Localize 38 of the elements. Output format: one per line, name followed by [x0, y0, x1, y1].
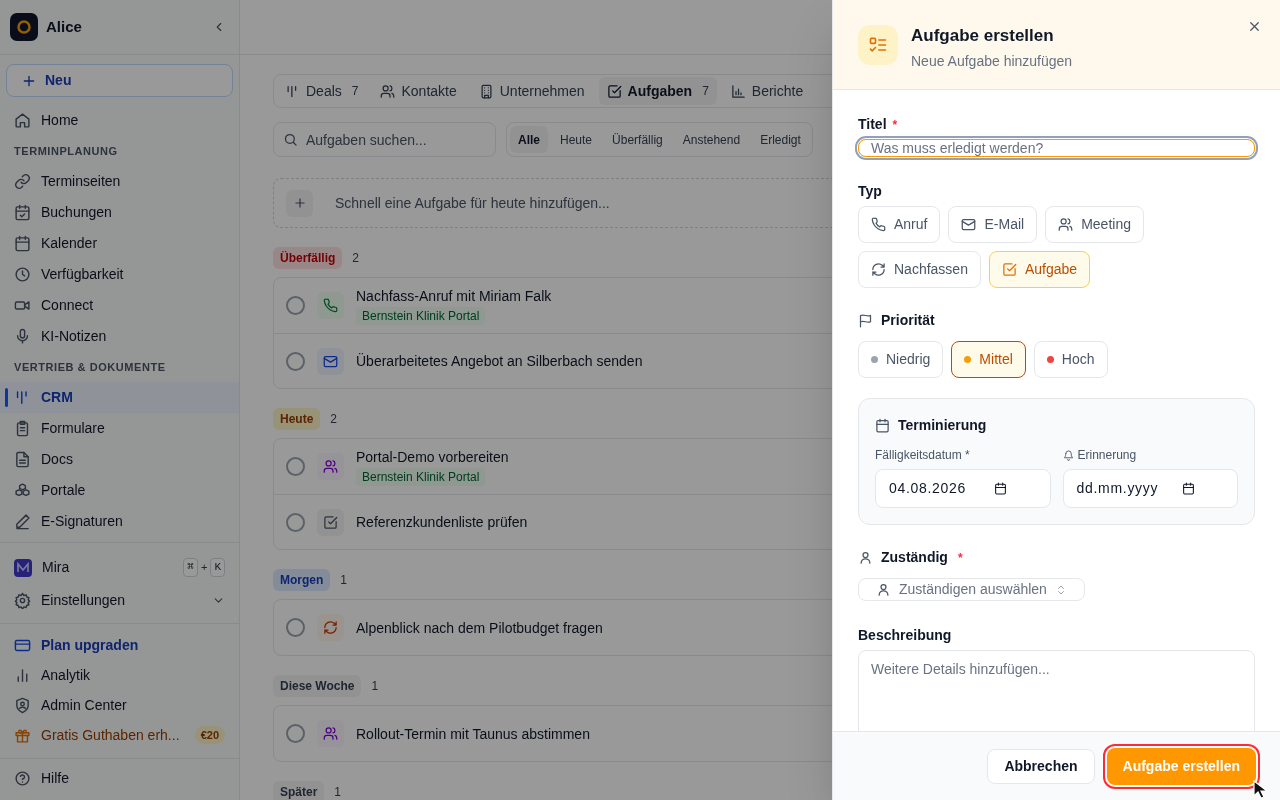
- task-title: Referenzkundenliste prüfen: [356, 513, 528, 532]
- drawer-subtitle: Neue Aufgabe hinzufügen: [911, 52, 1074, 72]
- group-label: Heute: [273, 408, 321, 430]
- task-title: Überarbeitetes Angebot an Silberbach senden: [356, 352, 643, 371]
- tab-count: 7: [351, 83, 359, 100]
- group-count: 1: [340, 572, 348, 589]
- required-mark: *: [892, 116, 898, 134]
- task-title: Nachfass-Anruf mit Miriam Falk: [356, 287, 552, 306]
- field-label: Titel: [858, 115, 887, 134]
- group-label: Überfällig: [273, 247, 343, 269]
- task-title: Alpenblick nach dem Pilotbudget fragen: [356, 618, 603, 638]
- tab-count: 7: [702, 83, 709, 100]
- group-count: 2: [330, 411, 338, 428]
- workspace-name: Alice: [46, 16, 83, 37]
- field-label: Zuständig: [881, 548, 948, 567]
- group-count: 1: [371, 678, 379, 695]
- section-heading: TERMINPLANUNG: [13, 143, 119, 159]
- required-mark: *: [957, 549, 963, 567]
- project-tag: Bernstein Klinik Portal: [356, 468, 486, 486]
- field-label: Priorität: [881, 311, 935, 330]
- drawer-title: Aufgabe erstellen: [911, 25, 1055, 47]
- group-label: Morgen: [273, 569, 331, 591]
- task-title: Portal-Demo vorbereiten: [356, 448, 509, 467]
- section-heading: VERTRIEB & DOKUMENTE: [13, 359, 167, 375]
- credit-badge: €20: [194, 725, 225, 745]
- project-tag: Bernstein Klinik Portal: [356, 307, 486, 325]
- group-label: Diese Woche: [273, 675, 362, 697]
- field-label: Fälligkeitsdatum *: [875, 447, 970, 464]
- group-count: 2: [352, 250, 360, 267]
- field-label: Typ: [858, 182, 882, 201]
- field-label: Erinnerung: [1077, 447, 1137, 464]
- panel-title: Terminierung: [898, 416, 987, 435]
- key-cap: K: [210, 558, 225, 577]
- group-label: Später: [273, 781, 325, 800]
- task-title: Rollout-Termin mit Taunus abstimmen: [356, 724, 590, 744]
- group-count: 1: [334, 784, 342, 800]
- plus-sign: +: [200, 560, 208, 576]
- key-cap: ⌘: [183, 558, 198, 577]
